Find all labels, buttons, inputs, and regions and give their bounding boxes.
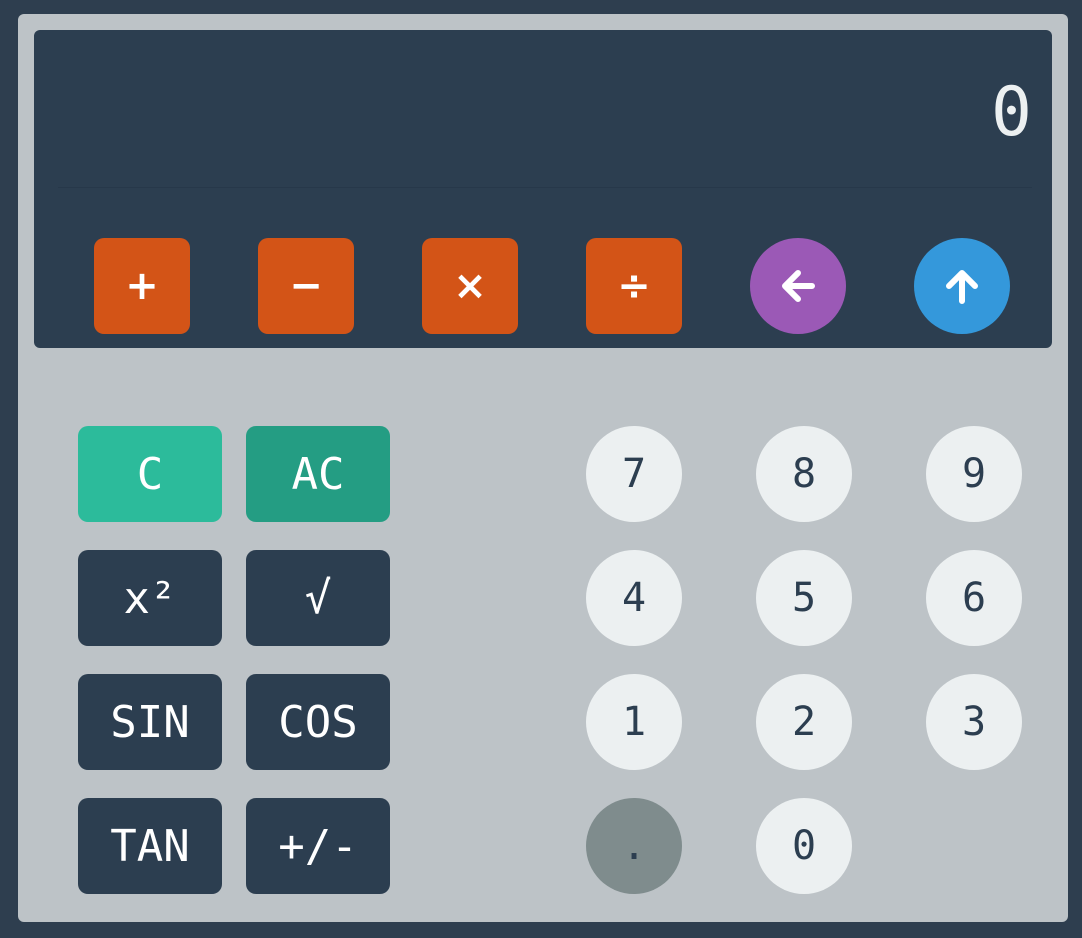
key-0[interactable]: 0 — [756, 798, 852, 894]
calculator-screen: 0 + − × ÷ — [34, 30, 1052, 348]
key-0-label: 0 — [791, 823, 817, 869]
key-7[interactable]: 7 — [586, 426, 682, 522]
subtract-label: − — [289, 263, 323, 309]
key-3-label: 3 — [961, 699, 987, 745]
add-button[interactable]: + — [94, 238, 190, 334]
negate-button[interactable]: +/- — [246, 798, 390, 894]
subtract-button[interactable]: − — [258, 238, 354, 334]
cos-label: COS — [278, 696, 358, 748]
arrow-left-icon — [776, 264, 820, 308]
key-9-label: 9 — [961, 451, 987, 497]
key-9[interactable]: 9 — [926, 426, 1022, 522]
key-4[interactable]: 4 — [586, 550, 682, 646]
key-1-label: 1 — [621, 699, 647, 745]
decimal-point-label: . — [621, 823, 647, 869]
key-2-label: 2 — [791, 699, 817, 745]
recall-button[interactable] — [914, 238, 1010, 334]
square-label: x² — [123, 572, 177, 624]
arrow-up-icon — [940, 264, 984, 308]
key-3[interactable]: 3 — [926, 674, 1022, 770]
add-label: + — [125, 263, 159, 309]
all-clear-label: AC — [291, 448, 345, 500]
key-7-label: 7 — [621, 451, 647, 497]
all-clear-button[interactable]: AC — [246, 426, 390, 522]
multiply-label: × — [453, 263, 487, 309]
sqrt-label: √ — [304, 572, 332, 624]
key-8-label: 8 — [791, 451, 817, 497]
negate-label: +/- — [278, 820, 358, 872]
divide-button[interactable]: ÷ — [586, 238, 682, 334]
key-1[interactable]: 1 — [586, 674, 682, 770]
sin-button[interactable]: SIN — [78, 674, 222, 770]
decimal-point-key[interactable]: . — [586, 798, 682, 894]
divide-label: ÷ — [617, 263, 651, 309]
key-5-label: 5 — [791, 575, 817, 621]
sin-label: SIN — [110, 696, 190, 748]
display-value: 0 — [58, 54, 1032, 188]
key-2[interactable]: 2 — [756, 674, 852, 770]
tan-button[interactable]: TAN — [78, 798, 222, 894]
calculator: 0 + − × ÷ C AC x² √ SIN COS TAN +/- 7 8 … — [18, 14, 1068, 922]
cos-button[interactable]: COS — [246, 674, 390, 770]
multiply-button[interactable]: × — [422, 238, 518, 334]
key-6-label: 6 — [961, 575, 987, 621]
key-6[interactable]: 6 — [926, 550, 1022, 646]
sqrt-button[interactable]: √ — [246, 550, 390, 646]
tan-label: TAN — [110, 820, 190, 872]
key-8[interactable]: 8 — [756, 426, 852, 522]
backspace-button[interactable] — [750, 238, 846, 334]
clear-label: C — [136, 448, 164, 500]
square-button[interactable]: x² — [78, 550, 222, 646]
key-5[interactable]: 5 — [756, 550, 852, 646]
key-4-label: 4 — [621, 575, 647, 621]
clear-button[interactable]: C — [78, 426, 222, 522]
